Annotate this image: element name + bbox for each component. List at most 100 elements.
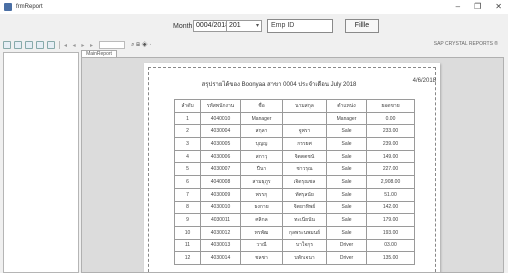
print-icon[interactable]	[14, 41, 22, 49]
table-row: 3 4030005 บุญญ กรรยศ Sale 239.00	[174, 137, 415, 151]
maximize-button[interactable]: ❐	[474, 2, 481, 11]
cell-last-name: บาใจกุร	[282, 238, 327, 253]
cell-position: Sale	[326, 175, 367, 189]
cell-emp-id: 4030014	[200, 251, 241, 265]
cell-last-name: กุลพระนพมนย์	[282, 225, 327, 240]
filter-button[interactable]: Fillle	[345, 19, 379, 33]
zoom-controls[interactable]: ⌕ ⊞ ◈ ·	[131, 42, 151, 49]
report-title: สรุปรายได้ของ Boonyaa สาขา 0004 ประจำเดื…	[201, 82, 357, 88]
cell-emp-id: 4030013	[200, 238, 241, 253]
group-tree-panel[interactable]	[3, 52, 79, 273]
toolbar-divider	[59, 41, 60, 49]
minimize-button[interactable]: –	[456, 2, 460, 11]
cell-emp-id: 4040010	[200, 111, 241, 126]
page-navigation[interactable]: ◂ ◂ ▸ ▸	[64, 42, 95, 49]
cell-first-name: ศลิกล	[240, 213, 283, 227]
cell-position: Sale	[326, 213, 367, 227]
col-position: ตำแหน่ง	[326, 99, 367, 113]
month-label: Month	[173, 23, 193, 30]
cell-first-name: สกาวุ	[240, 149, 283, 164]
cell-first-name: ปีนา	[240, 162, 283, 177]
cell-no: 12	[174, 251, 201, 265]
cell-emp-id: 4030004	[200, 124, 241, 139]
cell-last-name: บพักเจนา	[282, 251, 327, 265]
cell-emp-id: 4040008	[200, 175, 241, 189]
cell-sales: 149.00	[366, 149, 415, 164]
cell-position: Manager	[326, 111, 367, 126]
cell-sales: 227.00	[366, 162, 415, 177]
cell-first-name: ธงกาย	[240, 200, 283, 215]
table-header-row: ลำดับ รหัสพนักงาน ชื่อ นามสกุล ตำแหน่ง ย…	[174, 99, 415, 113]
filter-bar: Month 0004/2018 ▾ 201 ▾ Emp ID Fillle	[0, 16, 508, 38]
report-page: สรุปรายได้ของ Boonyaa สาขา 0004 ประจำเดื…	[144, 63, 440, 272]
col-no: ลำดับ	[174, 99, 201, 113]
report-date: 4/6/2018	[412, 78, 436, 84]
cell-last-name	[282, 111, 327, 126]
cell-sales: 51.00	[366, 187, 415, 202]
cell-sales: 03.00	[366, 238, 415, 253]
cell-emp-id: 4030006	[200, 149, 241, 164]
cell-first-name: วาณี	[240, 238, 283, 253]
cell-position: Driver	[326, 251, 367, 265]
cell-last-name: จูพรา	[282, 124, 327, 139]
cell-first-name: บุญญ	[240, 137, 283, 151]
cell-sales: 179.00	[366, 213, 415, 227]
cell-first-name: สามธุภูร	[240, 175, 283, 189]
table-row: 11 4030013 วาณี บาใจกุร Driver 03.00	[174, 238, 415, 253]
cell-first-name: Manager	[240, 111, 283, 126]
close-button[interactable]: ✕	[495, 2, 502, 11]
cell-sales: 142.00	[366, 200, 415, 215]
cell-position: Sale	[326, 124, 367, 139]
cell-no: 6	[174, 175, 201, 189]
cell-emp-id: 4030010	[200, 200, 241, 215]
year-select[interactable]: 201 ▾	[226, 20, 262, 32]
cell-no: 3	[174, 137, 201, 151]
toggle-tree-icon[interactable]	[36, 41, 44, 49]
cell-no: 8	[174, 200, 201, 215]
cell-first-name: ชลชา	[240, 251, 283, 265]
cell-position: Sale	[326, 149, 367, 164]
emp-id-input[interactable]: Emp ID	[267, 19, 333, 33]
cell-last-name: กรรยศ	[282, 137, 327, 151]
cell-last-name: ทะเนียนัน	[282, 213, 327, 227]
cell-first-name: สกุลา	[240, 124, 283, 139]
cell-first-name: พรรกุ	[240, 187, 283, 202]
refresh-icon[interactable]	[25, 41, 33, 49]
cell-position: Sale	[326, 200, 367, 215]
cell-position: Sale	[326, 162, 367, 177]
cell-sales: 0.00	[366, 111, 415, 126]
cell-no: 9	[174, 213, 201, 227]
col-last-name: นามสกุล	[282, 99, 327, 113]
cell-last-name: ทัศรุลนัย	[282, 187, 327, 202]
cell-position: Sale	[326, 137, 367, 151]
cell-no: 10	[174, 225, 201, 240]
cell-sales: 239.00	[366, 137, 415, 151]
table-row: 1 4040010 Manager Manager 0.00	[174, 111, 415, 126]
col-first-name: ชื่อ	[240, 99, 283, 113]
table-row: 7 4030009 พรรกุ ทัศรุลนัย Sale 51.00	[174, 187, 415, 202]
cell-emp-id: 4030009	[200, 187, 241, 202]
year-value: 201	[229, 22, 241, 29]
title-bar: frmReport – ❐ ✕	[0, 0, 508, 14]
window-controls: – ❐ ✕	[456, 2, 502, 11]
cell-position: Sale	[326, 225, 367, 240]
month-value: 0004/2018	[196, 22, 230, 29]
page-number-input[interactable]	[99, 41, 126, 49]
export-icon[interactable]	[3, 41, 11, 49]
report-preview-area[interactable]: สรุปรายได้ของ Boonyaa สาขา 0004 ประจำเดื…	[81, 57, 504, 273]
cell-no: 5	[174, 162, 201, 177]
parameters-icon[interactable]	[47, 41, 55, 49]
cell-sales: 233.00	[366, 124, 415, 139]
report-toolbar: ◂ ◂ ▸ ▸ ⌕ ⊞ ◈ · SAP CRYSTAL REPORTS ®	[0, 39, 508, 51]
crystal-reports-logo: SAP CRYSTAL REPORTS ®	[433, 41, 498, 47]
cell-emp-id: 4030012	[200, 225, 241, 240]
chevron-down-icon[interactable]: ▾	[256, 21, 259, 31]
cell-no: 2	[174, 124, 201, 139]
cell-last-name: ชาวรุณ	[282, 162, 327, 177]
cell-last-name: เจิดรุณชล	[282, 175, 327, 189]
table-row: 12 4030014 ชลชา บพักเจนา Driver 135.00	[174, 251, 415, 265]
report-table: ลำดับ รหัสพนักงาน ชื่อ นามสกุล ตำแหน่ง ย…	[174, 99, 415, 265]
tab-main-report[interactable]: MainReport	[81, 50, 117, 57]
col-sales: ยอดขาย	[366, 99, 415, 113]
cell-no: 1	[174, 111, 201, 126]
